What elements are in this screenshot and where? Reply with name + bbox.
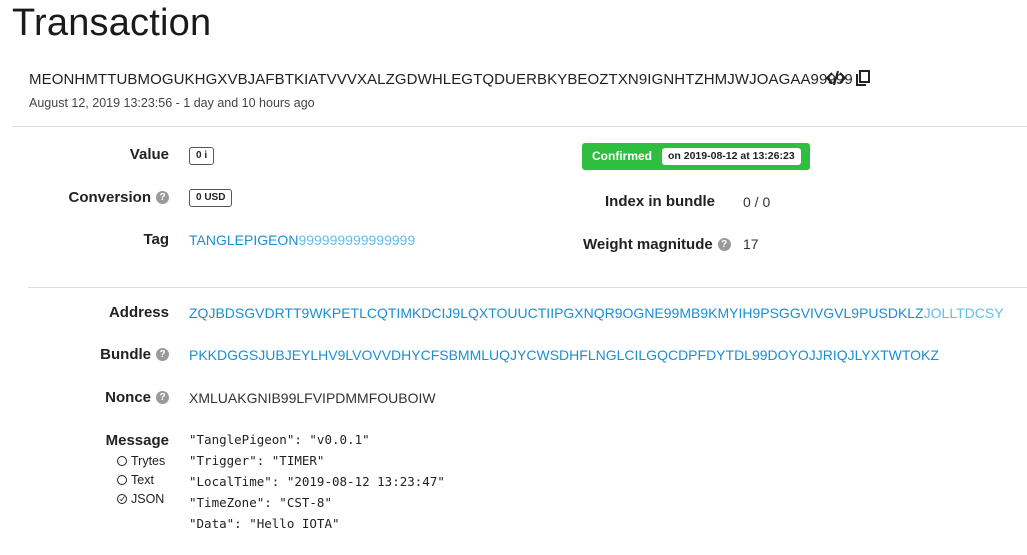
radio-circle-icon: [117, 475, 127, 485]
tag-label: Tag: [143, 231, 169, 248]
copy-icon[interactable]: [856, 70, 870, 86]
status-time: on 2019-08-12 at 13:26:23: [662, 148, 801, 165]
help-icon[interactable]: ?: [156, 390, 169, 404]
address-label: Address: [108, 304, 169, 321]
details-divider: [28, 287, 1027, 288]
radio-trytes[interactable]: Trytes: [117, 454, 165, 468]
value-pill: 0 i: [189, 147, 215, 165]
help-icon[interactable]: ?: [156, 190, 169, 204]
value-label: Value: [129, 146, 169, 163]
radio-json[interactable]: ✓ JSON: [117, 492, 164, 506]
transaction-hash: MEONHMTTUBMOGUKHGXVBJAFBTKIATVVVXALZGDWH…: [29, 71, 853, 88]
code-icon[interactable]: [826, 70, 846, 86]
transaction-date: August 12, 2019 13:23:56 - 1 day and 10 …: [29, 96, 315, 110]
hash-actions: [826, 70, 870, 86]
weight-label: Weight magnitude?: [583, 236, 731, 253]
message-line: "Data": "Hello IOTA": [189, 516, 340, 531]
nonce-value: XMLUAKGNIB99LFVIPDMMFOUBOIW: [189, 390, 436, 406]
conversion-label: Conversion?: [68, 189, 169, 206]
conversion-pill: 0 USD: [189, 189, 233, 207]
address-link[interactable]: ZQJBDSGVDRTT9WKPETLCQTIMKDCIJ9LQXTOUUCTI…: [189, 305, 1004, 321]
confirmed-badge: Confirmed on 2019-08-12 at 13:26:23: [582, 143, 810, 170]
bundle-label: Bundle?: [100, 346, 169, 363]
help-icon[interactable]: ?: [156, 347, 169, 361]
message-line: "LocalTime": "2019-08-12 13:23:47": [189, 474, 445, 489]
message-label: Message: [105, 432, 169, 449]
weight-value: 17: [743, 236, 759, 252]
message-line: "Trigger": "TIMER": [189, 453, 325, 468]
status-text: Confirmed: [592, 149, 652, 163]
bundle-link[interactable]: PKKDGGSJUBJEYLHV9LVOVVDHYCFSBMMLUQJYCWSD…: [189, 347, 939, 363]
message-line: "TanglePigeon": "v0.0.1": [189, 432, 370, 447]
nonce-label: Nonce?: [105, 389, 169, 406]
message-line: "TimeZone": "CST-8": [189, 495, 332, 510]
radio-text[interactable]: Text: [117, 473, 154, 487]
header-divider: [12, 126, 1027, 127]
index-value: 0 / 0: [743, 194, 771, 210]
help-icon[interactable]: ?: [717, 237, 731, 251]
page-title: Transaction: [12, 2, 212, 44]
tag-link[interactable]: TANGLEPIGEON999999999999999: [189, 232, 415, 248]
radio-circle-icon: [117, 456, 127, 466]
radio-checked-icon: ✓: [117, 494, 127, 504]
index-label: Index in bundle: [605, 193, 716, 210]
